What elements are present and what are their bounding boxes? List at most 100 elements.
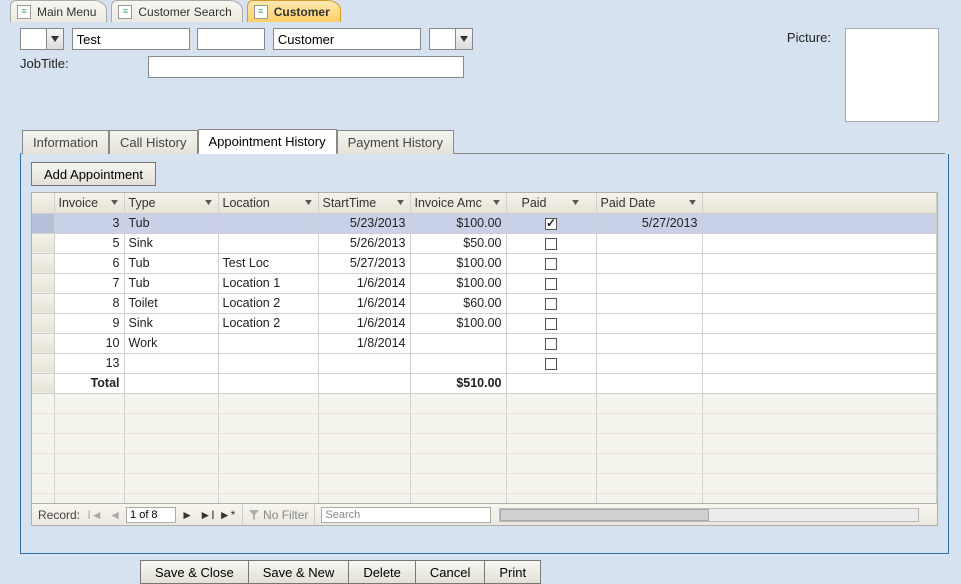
save-new-button[interactable]: Save & New	[249, 560, 350, 584]
cell-amount[interactable]: $50.00	[410, 233, 506, 253]
nav-prev-button[interactable]: ◄	[106, 507, 124, 523]
cell-starttime[interactable]: 1/6/2014	[318, 273, 410, 293]
tab-call-history[interactable]: Call History	[109, 130, 197, 154]
cell-paid[interactable]	[506, 333, 596, 353]
cell-invoice[interactable]: 9	[54, 313, 124, 333]
cell-amount[interactable]: $100.00	[410, 253, 506, 273]
cell-paid[interactable]	[506, 253, 596, 273]
filter-indicator[interactable]: No Filter	[242, 504, 315, 525]
checkbox-icon[interactable]	[545, 278, 557, 290]
suffix-combo[interactable]	[429, 28, 473, 50]
row-selector[interactable]	[32, 313, 54, 333]
checkbox-icon[interactable]	[545, 298, 557, 310]
col-location[interactable]: Location	[218, 193, 318, 213]
cancel-button[interactable]: Cancel	[416, 560, 485, 584]
cell-type[interactable]: Sink	[124, 233, 218, 253]
col-type[interactable]: Type	[124, 193, 218, 213]
row-selector[interactable]	[32, 353, 54, 373]
nav-new-button[interactable]: ►*	[218, 507, 236, 523]
row-selector[interactable]	[32, 213, 54, 233]
chevron-down-icon[interactable]	[688, 198, 698, 208]
cell-paid[interactable]	[506, 293, 596, 313]
delete-button[interactable]: Delete	[349, 560, 416, 584]
cell-location[interactable]	[218, 233, 318, 253]
table-row[interactable]: 3Tub5/23/2013$100.005/27/2013	[32, 213, 937, 233]
chevron-down-icon[interactable]	[492, 198, 502, 208]
cell-paid-date[interactable]	[596, 353, 702, 373]
tab-information[interactable]: Information	[22, 130, 109, 154]
cell-starttime[interactable]: 1/8/2014	[318, 333, 410, 353]
cell-invoice[interactable]: 3	[54, 213, 124, 233]
cell-invoice[interactable]: 8	[54, 293, 124, 313]
cell-invoice[interactable]: 7	[54, 273, 124, 293]
chevron-down-icon[interactable]	[396, 198, 406, 208]
col-paid[interactable]: Paid	[506, 193, 596, 213]
cell-paid[interactable]	[506, 353, 596, 373]
table-row[interactable]: 8ToiletLocation 21/6/2014$60.00	[32, 293, 937, 313]
horizontal-scrollbar[interactable]	[499, 508, 919, 522]
cell-location[interactable]: Location 1	[218, 273, 318, 293]
cell-amount[interactable]: $100.00	[410, 273, 506, 293]
cell-amount[interactable]: $100.00	[410, 213, 506, 233]
first-name-input[interactable]	[72, 28, 190, 50]
cell-paid-date[interactable]	[596, 253, 702, 273]
table-row[interactable]: 6TubTest Loc5/27/2013$100.00	[32, 253, 937, 273]
nav-next-button[interactable]: ►	[178, 507, 196, 523]
cell-type[interactable]: Sink	[124, 313, 218, 333]
suffix-input[interactable]	[429, 28, 455, 50]
jobtitle-input[interactable]	[148, 56, 464, 78]
checkbox-icon[interactable]	[545, 218, 557, 230]
cell-paid[interactable]	[506, 233, 596, 253]
cell-location[interactable]	[218, 353, 318, 373]
cell-amount[interactable]: $100.00	[410, 313, 506, 333]
window-tab-customer-search[interactable]: Customer Search	[111, 0, 242, 22]
tab-appointment-history[interactable]: Appointment History	[198, 129, 337, 154]
cell-starttime[interactable]: 5/27/2013	[318, 253, 410, 273]
cell-paid-date[interactable]	[596, 293, 702, 313]
cell-type[interactable]: Tub	[124, 273, 218, 293]
table-row[interactable]: 5Sink 5/26/2013$50.00	[32, 233, 937, 253]
cell-starttime[interactable]: 5/26/2013	[318, 233, 410, 253]
cell-invoice[interactable]: 5	[54, 233, 124, 253]
nav-last-button[interactable]: ►I	[198, 507, 216, 523]
prefix-combo[interactable]	[20, 28, 64, 50]
chevron-down-icon[interactable]	[455, 28, 473, 50]
row-selector[interactable]	[32, 273, 54, 293]
nav-first-button[interactable]: I◄	[86, 507, 104, 523]
add-appointment-button[interactable]: Add Appointment	[31, 162, 156, 186]
save-close-button[interactable]: Save & Close	[140, 560, 249, 584]
cell-invoice[interactable]: 10	[54, 333, 124, 353]
cell-type[interactable]: Tub	[124, 213, 218, 233]
cell-paid[interactable]	[506, 313, 596, 333]
table-row[interactable]: 10Work1/8/2014	[32, 333, 937, 353]
print-button[interactable]: Print	[485, 560, 541, 584]
middle-name-input[interactable]	[197, 28, 265, 50]
cell-paid[interactable]	[506, 213, 596, 233]
row-selector[interactable]	[32, 293, 54, 313]
cell-paid-date[interactable]	[596, 233, 702, 253]
prefix-input[interactable]	[20, 28, 46, 50]
cell-invoice[interactable]: 6	[54, 253, 124, 273]
cell-location[interactable]: Location 2	[218, 293, 318, 313]
cell-amount[interactable]	[410, 353, 506, 373]
checkbox-icon[interactable]	[545, 238, 557, 250]
select-all-header[interactable]	[32, 193, 54, 213]
cell-invoice[interactable]: 13	[54, 353, 124, 373]
cell-paid[interactable]	[506, 273, 596, 293]
chevron-down-icon[interactable]	[204, 198, 214, 208]
cell-type[interactable]: Toilet	[124, 293, 218, 313]
cell-type[interactable]	[124, 353, 218, 373]
chevron-down-icon[interactable]	[304, 198, 314, 208]
checkbox-icon[interactable]	[545, 258, 557, 270]
table-row[interactable]: 13	[32, 353, 937, 373]
col-starttime[interactable]: StartTime	[318, 193, 410, 213]
table-row[interactable]: 9SinkLocation 21/6/2014$100.00	[32, 313, 937, 333]
tab-payment-history[interactable]: Payment History	[337, 130, 454, 154]
cell-paid-date[interactable]	[596, 333, 702, 353]
checkbox-icon[interactable]	[545, 318, 557, 330]
cell-amount[interactable]: $60.00	[410, 293, 506, 313]
cell-starttime[interactable]: 1/6/2014	[318, 293, 410, 313]
cell-paid-date[interactable]: 5/27/2013	[596, 213, 702, 233]
cell-location[interactable]: Location 2	[218, 313, 318, 333]
cell-location[interactable]	[218, 333, 318, 353]
